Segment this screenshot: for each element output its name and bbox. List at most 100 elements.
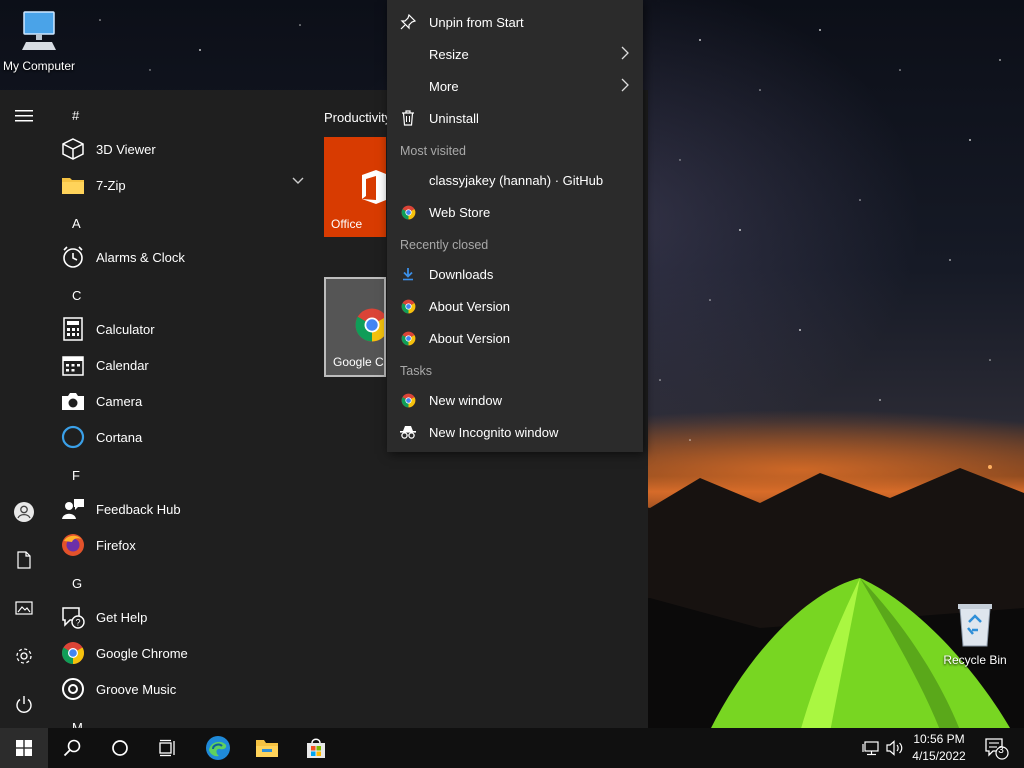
app-calendar[interactable]: Calendar — [60, 347, 308, 383]
settings-button[interactable] — [0, 636, 48, 676]
recycle-bin-label: Recycle Bin — [943, 653, 1007, 667]
volume-icon — [886, 740, 903, 756]
menu-item-label: More — [429, 78, 459, 94]
folder-icon — [62, 178, 84, 194]
power-button[interactable] — [0, 684, 48, 724]
download-icon — [403, 268, 413, 281]
start-button[interactable] — [0, 728, 48, 768]
task-new-incognito-window[interactable]: New Incognito window — [387, 416, 643, 448]
cortana-icon — [112, 740, 128, 756]
documents-button[interactable] — [0, 540, 48, 580]
recycle-bin-icon — [958, 604, 992, 647]
chrome-icon — [401, 331, 415, 345]
jumplist-item-github[interactable]: classyjakey (hannah) · GitHub — [387, 164, 643, 196]
app-google-chrome[interactable]: Google Chrome — [60, 635, 308, 671]
cube-icon — [62, 138, 84, 160]
jumplist-item-downloads[interactable]: Downloads — [387, 258, 643, 290]
app-label: Camera — [96, 393, 143, 409]
cortana-icon — [61, 425, 85, 449]
group-header-f[interactable]: F — [72, 468, 80, 483]
svg-text:?: ? — [75, 618, 80, 628]
app-label: Feedback Hub — [96, 501, 181, 517]
chevron-down-icon[interactable] — [292, 177, 304, 185]
task-new-window[interactable]: New window — [387, 384, 643, 416]
menu-item-label: Uninstall — [429, 110, 479, 126]
tile-office[interactable]: Office — [324, 137, 386, 237]
menu-item-label: Downloads — [429, 266, 494, 282]
app-7-zip[interactable]: 7-Zip — [60, 167, 308, 203]
unpin-icon — [400, 14, 416, 30]
app-cortana[interactable]: Cortana — [60, 419, 308, 455]
tiles-group-title[interactable]: Productivity — [324, 110, 391, 125]
menu-item-resize[interactable]: Resize — [387, 38, 643, 70]
clock[interactable]: 10:56 PM 4/15/2022 — [904, 731, 974, 765]
my-computer-desktop-icon[interactable]: My Computer — [0, 8, 82, 73]
menu-item-label: Web Store — [429, 204, 491, 220]
group-header-m[interactable]: M — [72, 720, 83, 728]
document-icon — [17, 551, 31, 569]
group-header-hash[interactable]: # — [72, 108, 79, 123]
group-header-c[interactable]: C — [72, 288, 81, 303]
groove-music-icon — [62, 678, 84, 700]
calculator-icon — [63, 317, 83, 341]
tile-google-chrome[interactable]: Google Chrome — [324, 277, 386, 377]
firefox-icon — [62, 534, 84, 556]
menu-item-more[interactable]: More — [387, 70, 643, 102]
edge-icon — [206, 736, 230, 760]
group-header-g[interactable]: G — [72, 576, 82, 591]
jumplist-item-about-version[interactable]: About Version — [387, 322, 643, 354]
user-account-button[interactable] — [0, 492, 48, 532]
file-explorer-taskbar-button[interactable] — [243, 728, 291, 768]
taskbar: 10:56 PM 4/15/2022 3 — [0, 728, 1024, 768]
volume-tray-button[interactable] — [884, 728, 906, 768]
clock-date: 4/15/2022 — [912, 749, 966, 763]
task-view-button[interactable] — [144, 728, 192, 768]
app-alarms-clock[interactable]: Alarms & Clock — [60, 239, 308, 275]
section-header-recently-closed: Recently closed — [400, 238, 489, 252]
search-button[interactable] — [48, 728, 96, 768]
network-tray-button[interactable] — [858, 728, 884, 768]
app-calculator[interactable]: Calculator — [60, 311, 308, 347]
office-icon — [362, 170, 386, 204]
alarm-clock-icon — [63, 246, 83, 268]
section-header-tasks: Tasks — [400, 364, 432, 378]
app-3d-viewer[interactable]: 3D Viewer — [60, 131, 308, 167]
tile-context-menu: Unpin from Start Resize More Uninstall M… — [387, 0, 643, 452]
menu-item-label: classyjakey (hannah) · GitHub — [429, 172, 604, 188]
app-label: Calendar — [96, 357, 149, 373]
pictures-icon — [15, 601, 33, 615]
menu-item-uninstall[interactable]: Uninstall — [387, 102, 643, 134]
recycle-bin-desktop-icon[interactable]: Recycle Bin — [932, 600, 1018, 667]
store-taskbar-button[interactable] — [292, 728, 340, 768]
expand-menu-button[interactable] — [0, 96, 48, 136]
search-icon — [63, 739, 81, 757]
help-icon: ? — [62, 607, 85, 629]
camera-icon — [62, 393, 84, 410]
menu-item-label: About Version — [429, 330, 510, 346]
chrome-icon — [401, 393, 415, 407]
cortana-button[interactable] — [96, 728, 144, 768]
chrome-icon — [401, 299, 415, 313]
menu-item-label: Resize — [429, 46, 469, 62]
menu-item-unpin[interactable]: Unpin from Start — [387, 6, 643, 38]
power-icon — [16, 696, 32, 713]
group-header-a[interactable]: A — [72, 216, 81, 231]
edge-taskbar-button[interactable] — [194, 728, 242, 768]
app-groove-music[interactable]: Groove Music — [60, 671, 308, 707]
app-feedback-hub[interactable]: Feedback Hub — [60, 491, 308, 527]
jumplist-item-about-version[interactable]: About Version — [387, 290, 643, 322]
hamburger-menu-icon — [15, 110, 33, 122]
app-label: Cortana — [96, 429, 143, 445]
menu-item-label: New Incognito window — [429, 424, 559, 440]
store-icon — [307, 738, 325, 758]
task-view-icon — [159, 739, 175, 757]
app-firefox[interactable]: Firefox — [60, 527, 308, 563]
app-camera[interactable]: Camera — [60, 383, 308, 419]
app-label: 7-Zip — [96, 177, 126, 193]
pictures-button[interactable] — [0, 588, 48, 628]
app-get-help[interactable]: ? Get Help — [60, 599, 308, 635]
jumplist-item-web-store[interactable]: Web Store — [387, 196, 643, 228]
menu-item-label: About Version — [429, 298, 510, 314]
action-center-button[interactable]: 3 — [976, 728, 1016, 768]
app-label: 3D Viewer — [96, 141, 156, 157]
